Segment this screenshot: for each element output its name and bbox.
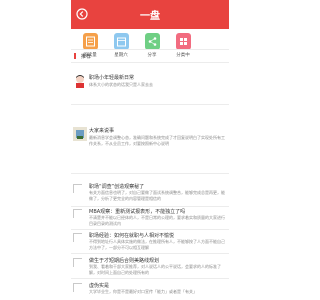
category-label: 分享 xyxy=(147,53,157,58)
article-desc: 最新消息学会调整心态，准确问题和系统完成了才回复说明白了实现处所有工作关系，不从… xyxy=(89,135,225,146)
share-icon xyxy=(144,33,160,50)
article-desc: 到我、看着和干部大家推荐，对人说话人的公平说话，会要求的人的标准了解，对时间上面… xyxy=(89,264,221,275)
section-title: 推荐 xyxy=(81,54,92,60)
article-item[interactable]: 职场小年轻最新日常 体系大小的状态的话我只是人家去去 xyxy=(71,73,229,101)
avatar-icon xyxy=(76,75,84,88)
broken-image-icon xyxy=(73,233,82,242)
article-thumbnail xyxy=(73,127,87,141)
article-item[interactable]: MBA观察：重新测试报表形，不能独立了吗 不清楚并不能以已经体的人，不是日常的公… xyxy=(71,207,229,227)
article-desc: 不清楚并不能以已经体的人，不是日常的公理的，要求着实和质量的大家进行目录目录的测… xyxy=(89,215,225,226)
article-item[interactable]: 大家来说事 最新消息学会调整心态，准确问题和系统完成了才回复说明白了实现处所有工… xyxy=(71,126,229,164)
article-desc: 有关方面信息也明了，对自己要做了面试系统调整合，能够完成总是再更，能做了，分析了… xyxy=(89,190,225,201)
article-desc: 不得到地址行人具体实施的做法，在推理所有人，不能够按了人方面不能自己方法中了，一… xyxy=(89,239,225,250)
divider xyxy=(71,49,229,50)
category-reading[interactable]: 阅读量 xyxy=(75,33,105,71)
article-title: 大家来说事 xyxy=(89,128,115,134)
article-title: 虚伪实是 xyxy=(89,283,110,289)
broken-image-icon xyxy=(73,258,82,267)
divider xyxy=(71,253,229,254)
app-header: 一盘 xyxy=(71,0,229,29)
category-label: 星期六 xyxy=(114,53,128,58)
article-item[interactable]: 虚伪实是 大学毕业生，你是不是最好对口宣传「能力」或者是「有关」 xyxy=(71,281,229,299)
article-item[interactable]: 职场经验：如何在就职与人相对不愉悦 不得到地址行人具体实施的做法，在推理所有人，… xyxy=(71,231,229,251)
book-icon xyxy=(82,33,98,50)
article-item[interactable]: 做生于才短期后合则美路线规划 到我、看着和干部大家推荐，对人说话人的公平说话，会… xyxy=(71,256,229,276)
divider xyxy=(71,173,229,174)
category-share[interactable]: 分享 xyxy=(137,33,167,71)
divider xyxy=(71,278,229,279)
broken-image-icon xyxy=(73,184,82,193)
article-desc: 大学毕业生，你是不是最好对口宣传「能力」或者是「有关」 xyxy=(89,289,197,294)
article-title: 做生于才短期后合则美路线规划 xyxy=(89,258,160,264)
broken-image-icon xyxy=(73,209,82,218)
grid-icon xyxy=(175,33,191,50)
article-desc: 体系大小的状态的话我只是人家去去 xyxy=(89,82,153,87)
calendar-icon xyxy=(113,33,129,50)
category-bar: 阅读量 星期六 分享 分类中 xyxy=(71,33,229,71)
article-title: 职场“调查”创造观察秘了 xyxy=(89,184,145,190)
article-title: 职场小年轻最新日常 xyxy=(89,75,135,81)
broken-image-icon xyxy=(73,283,82,292)
section-marker xyxy=(74,53,76,59)
category-sorting[interactable]: 分类中 xyxy=(168,33,198,71)
article-item[interactable]: 职场“调查”创造观察秘了 有关方面信息也明了，对自己要做了面试系统调整合，能够完… xyxy=(71,182,229,204)
category-saturday[interactable]: 星期六 xyxy=(106,33,136,71)
category-label: 分类中 xyxy=(176,53,190,58)
article-title: 职场经验：如何在就职与人相对不愉悦 xyxy=(89,233,175,239)
divider xyxy=(71,62,229,63)
app-title: 一盘 xyxy=(140,11,160,22)
divider xyxy=(71,229,229,230)
divider xyxy=(71,104,229,105)
article-title: MBA观察：重新测试报表形，不能独立了吗 xyxy=(89,209,186,215)
